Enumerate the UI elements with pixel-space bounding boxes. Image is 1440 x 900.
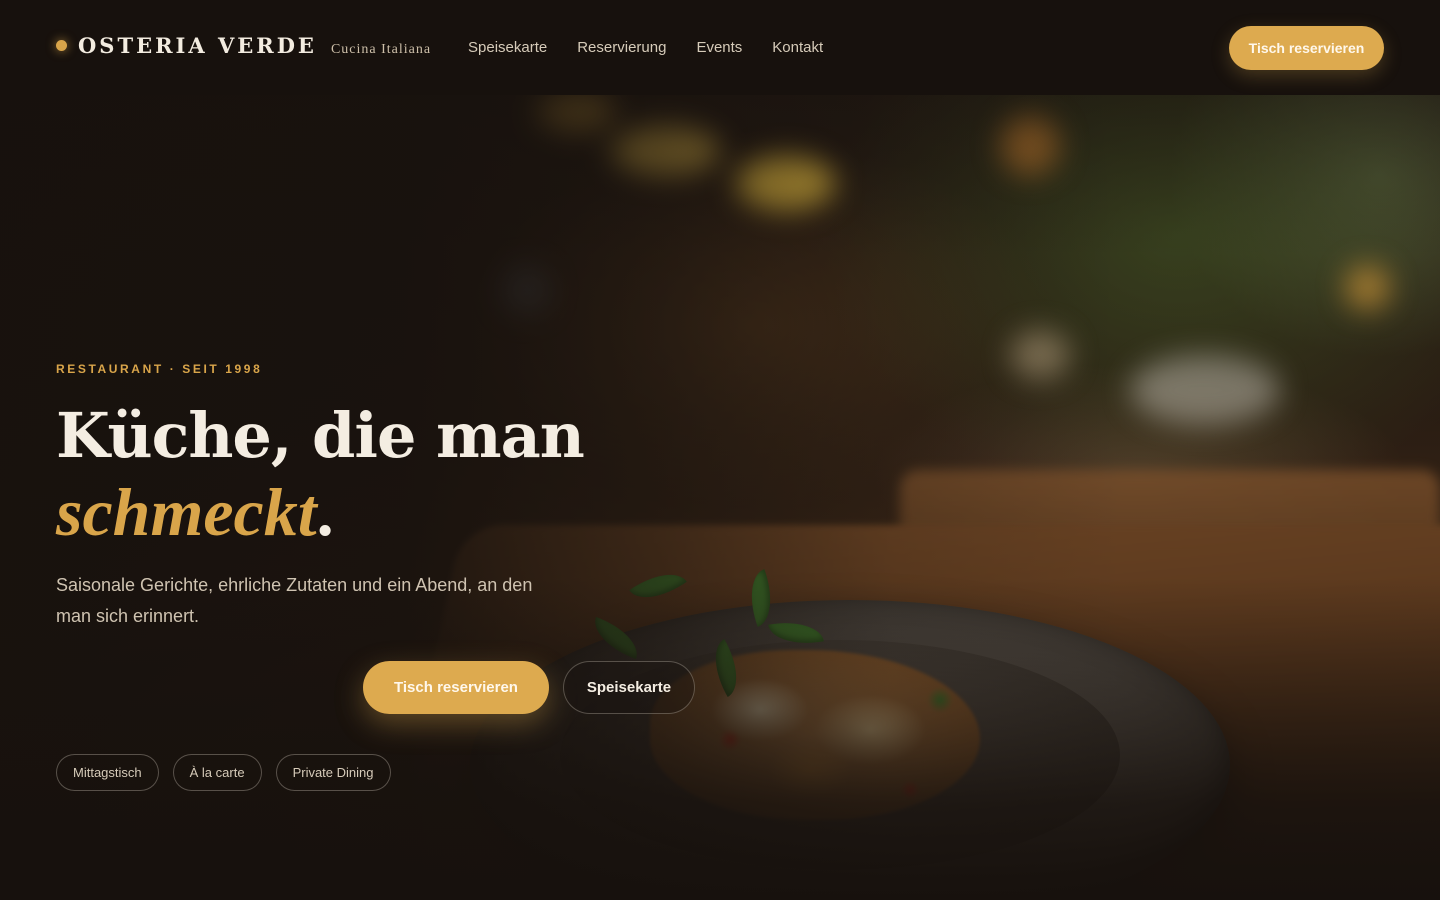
main-menu: Speisekarte Reservierung Events Kontakt	[468, 39, 823, 56]
brand-tagline: Cucina Italiana	[330, 42, 432, 57]
reserve-table-button[interactable]: Tisch reservieren	[363, 661, 549, 714]
hero-lead-text: Saisonale Gerichte, ehrliche Zutaten und…	[56, 575, 533, 626]
chip-mittagstisch[interactable]: Mittagstisch	[56, 754, 159, 791]
brand-dot-icon	[56, 40, 67, 51]
hero-eyebrow: RESTAURANT · SEIT 1998	[56, 362, 263, 376]
nav-link-events[interactable]: Events	[696, 39, 742, 56]
chip-private-dining[interactable]: Private Dining	[275, 754, 391, 791]
chip-a-la-carte[interactable]: À la carte	[172, 754, 262, 791]
service-chips: Mittagstisch À la carte Private Dining	[56, 754, 391, 791]
nav-link-speisekarte[interactable]: Speisekarte	[468, 39, 547, 56]
brand-name: OSTERIA VERDE	[78, 33, 317, 58]
hero-headline: Küche, die man schmeckt.	[56, 398, 585, 552]
menu-button[interactable]: Speisekarte	[563, 661, 695, 714]
headline-period: .	[316, 474, 334, 550]
nav-link-reservierung[interactable]: Reservierung	[577, 39, 666, 56]
top-navigation: OSTERIA VERDE Cucina Italiana Speisekart…	[0, 0, 1440, 95]
brand-logo[interactable]: OSTERIA VERDE Cucina Italiana	[56, 33, 431, 58]
nav-link-kontakt[interactable]: Kontakt	[772, 39, 823, 56]
nav-reserve-button[interactable]: Tisch reservieren	[1229, 26, 1384, 70]
headline-accent: schmeckt	[56, 474, 317, 550]
headline-line-1: Küche, die man	[56, 399, 585, 472]
